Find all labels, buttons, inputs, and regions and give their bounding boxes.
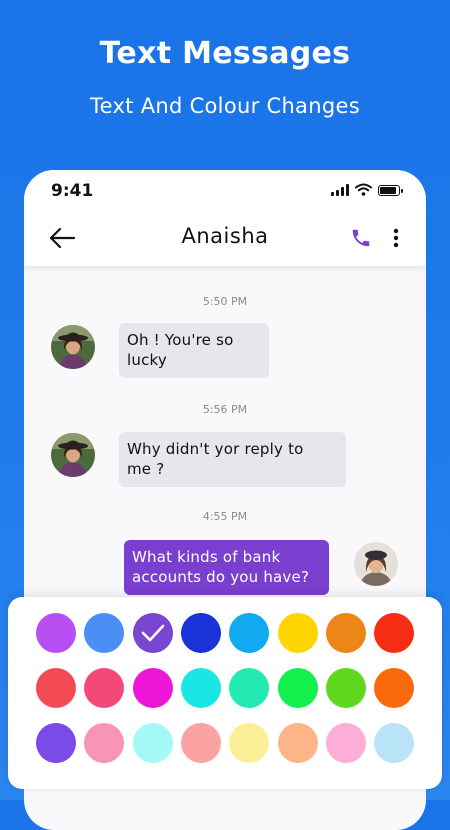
colour-swatch[interactable]	[325, 613, 366, 653]
message-line: Oh ! You're so	[127, 331, 234, 349]
colour-swatch[interactable]	[229, 723, 270, 763]
colour-palette-panel	[8, 597, 442, 789]
message-timestamp: 5:56 PM	[202, 403, 248, 416]
colour-swatch-selected[interactable]	[132, 613, 173, 653]
message-bubble-incoming[interactable]: Why didn't yor reply to me ?	[119, 432, 346, 487]
more-vertical-icon[interactable]	[392, 227, 400, 249]
wifi-icon	[355, 183, 372, 196]
colour-swatch[interactable]	[180, 668, 221, 708]
colour-swatch[interactable]	[132, 668, 173, 708]
message-timestamp: 4:55 PM	[202, 510, 248, 523]
colour-swatch[interactable]	[180, 723, 221, 763]
colour-swatch[interactable]	[180, 613, 221, 653]
status-bar: 9:41	[24, 170, 426, 210]
message-line: accounts do you have?	[132, 568, 310, 586]
message-line: Why didn't yor reply to	[127, 440, 304, 458]
colour-swatch[interactable]	[277, 668, 318, 708]
colour-swatch[interactable]	[325, 723, 366, 763]
colour-swatch[interactable]	[374, 613, 415, 653]
message-line: lucky	[127, 351, 167, 369]
colour-swatch[interactable]	[374, 668, 415, 708]
colour-swatch[interactable]	[277, 613, 318, 653]
message-bubble-incoming[interactable]: Oh ! You're so lucky	[119, 323, 269, 378]
contact-avatar[interactable]	[51, 433, 95, 477]
battery-icon	[378, 185, 403, 196]
colour-swatch[interactable]	[229, 668, 270, 708]
colour-swatch[interactable]	[36, 723, 76, 763]
status-time: 9:41	[51, 181, 94, 201]
check-icon	[141, 624, 164, 642]
colour-swatch[interactable]	[374, 723, 415, 763]
signal-icon	[331, 184, 349, 196]
colour-swatch[interactable]	[325, 668, 366, 708]
colour-swatch[interactable]	[36, 613, 76, 653]
colour-swatch[interactable]	[132, 723, 173, 763]
chat-header: Anaisha	[24, 210, 426, 266]
user-avatar[interactable]	[354, 542, 398, 586]
colour-swatch[interactable]	[84, 723, 125, 763]
message-bubble-outgoing[interactable]: What kinds of bank accounts do you have?	[124, 540, 329, 595]
promo-subtitle: Text And Colour Changes	[90, 94, 360, 118]
status-icons	[331, 183, 403, 196]
message-line: me ?	[127, 460, 165, 478]
colour-swatch[interactable]	[84, 613, 125, 653]
promo-title: Text Messages	[99, 36, 351, 71]
colour-swatch[interactable]	[277, 723, 318, 763]
colour-swatch[interactable]	[84, 668, 125, 708]
message-line: What kinds of bank	[132, 548, 281, 566]
phone-icon[interactable]	[350, 227, 372, 249]
colour-swatch[interactable]	[36, 668, 76, 708]
colour-swatch[interactable]	[229, 613, 270, 653]
message-timestamp: 5:50 PM	[202, 295, 248, 308]
contact-avatar[interactable]	[51, 325, 95, 369]
